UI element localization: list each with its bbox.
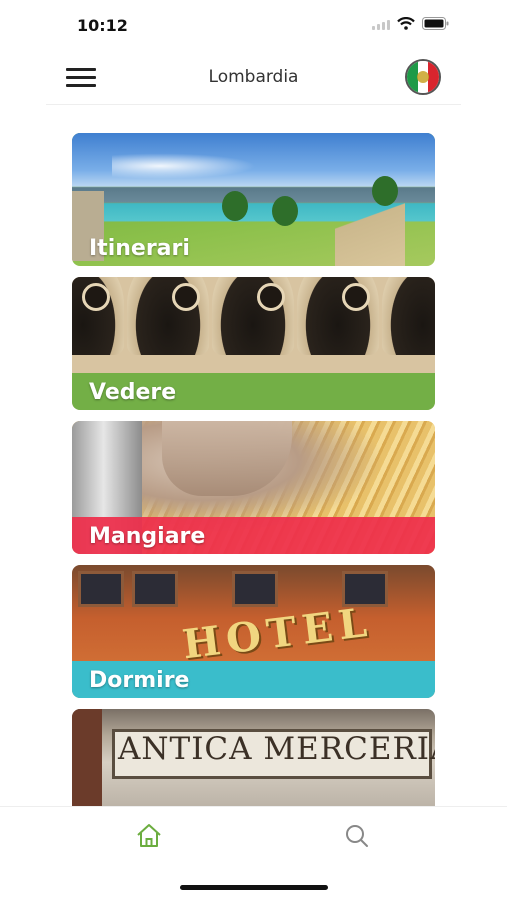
category-card-vedere[interactable]: Vedere bbox=[72, 277, 435, 410]
category-card-dormire[interactable]: HOTEL Dormire bbox=[72, 565, 435, 698]
tab-bar bbox=[0, 806, 507, 867]
signal-icon bbox=[372, 18, 390, 30]
category-label: Vedere bbox=[89, 380, 177, 405]
home-tab[interactable] bbox=[134, 821, 164, 851]
status-bar: 10:12 bbox=[0, 0, 507, 50]
category-list: Itinerari Vedere Mangiare HOTEL Dormire … bbox=[72, 133, 435, 806]
search-icon bbox=[346, 825, 368, 847]
home-indicator bbox=[180, 885, 328, 890]
app-header: Lombardia bbox=[46, 52, 461, 105]
page-title: Lombardia bbox=[208, 67, 299, 87]
category-label: Dormire bbox=[89, 668, 190, 693]
category-card-shop[interactable]: ANTICA MERCERIA bbox=[72, 709, 435, 806]
battery-icon bbox=[422, 17, 449, 30]
hotel-sign-text: HOTEL bbox=[179, 598, 376, 669]
category-label: Mangiare bbox=[89, 524, 206, 549]
search-tab[interactable] bbox=[342, 821, 372, 851]
shop-sign-text: ANTICA MERCERIA bbox=[118, 731, 435, 767]
wifi-icon bbox=[397, 17, 415, 30]
category-card-itinerari[interactable]: Itinerari bbox=[72, 133, 435, 266]
italy-flag-icon[interactable] bbox=[405, 59, 441, 95]
antica-merceria-image: ANTICA MERCERIA bbox=[72, 709, 435, 806]
category-card-mangiare[interactable]: Mangiare bbox=[72, 421, 435, 554]
status-icons bbox=[372, 17, 449, 30]
category-label: Itinerari bbox=[89, 236, 190, 261]
status-time: 10:12 bbox=[77, 16, 128, 35]
home-icon bbox=[137, 824, 161, 847]
